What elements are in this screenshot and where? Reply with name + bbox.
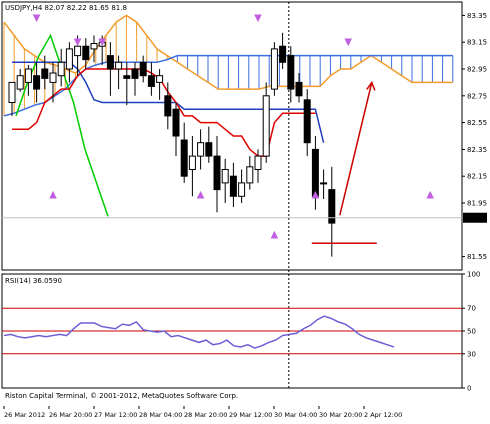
copyright-text: Riston Capital Terminal, © 2001-2012, Me… — [5, 392, 238, 400]
bear-candle[interactable] — [279, 45, 287, 63]
bear-candle[interactable] — [172, 108, 180, 137]
bear-candle[interactable] — [213, 155, 221, 191]
bear-candle[interactable] — [139, 61, 147, 77]
bull-candle[interactable] — [115, 61, 123, 70]
bull-candle[interactable] — [74, 45, 82, 57]
price-tick-label: 81.55 — [467, 253, 487, 261]
bear-candle[interactable] — [180, 139, 188, 177]
rsi-tick-label: 30 — [467, 350, 476, 358]
bear-candle[interactable] — [106, 55, 114, 70]
time-axis-label: 28 Mar 20:00 — [184, 411, 227, 419]
rsi-tick-label: 70 — [467, 305, 476, 313]
bear-candle[interactable] — [41, 68, 49, 79]
bull-candle[interactable] — [65, 48, 73, 70]
bull-candle[interactable] — [16, 75, 24, 90]
bear-candle[interactable] — [131, 68, 139, 79]
rsi-tick-label: 100 — [467, 271, 480, 279]
price-pane-frame — [1, 1, 463, 271]
bear-candle[interactable] — [295, 81, 303, 97]
price-tick-label: 81.95 — [467, 200, 487, 208]
bear-candle[interactable] — [311, 148, 319, 197]
rsi-tick-label: 50 — [467, 328, 476, 336]
bull-candle[interactable] — [320, 182, 328, 185]
bull-candle[interactable] — [156, 75, 164, 83]
bull-candle[interactable] — [24, 68, 32, 83]
price-tick-label: 82.35 — [467, 146, 487, 154]
bear-candle[interactable] — [123, 75, 131, 79]
time-axis-label: 26 Mar 2012 — [4, 411, 45, 419]
price-tick-label: 83.15 — [467, 39, 487, 47]
price-tick-label: 82.75 — [467, 92, 487, 100]
bull-candle[interactable] — [221, 169, 229, 184]
bull-candle[interactable] — [57, 61, 65, 77]
time-axis-label: 29 Mar 12:00 — [229, 411, 272, 419]
price-tick-label: 82.95 — [467, 66, 487, 74]
bear-candle[interactable] — [205, 142, 213, 157]
price-tick-label: 83.35 — [467, 12, 487, 20]
bull-candle[interactable] — [49, 72, 57, 83]
trading-chart-window[interactable]: 83.35 83.15 82.95 82.75 82.55 82.35 82.15 81.95… — [0, 0, 490, 420]
bull-candle[interactable] — [262, 95, 270, 157]
bear-candle[interactable] — [287, 55, 295, 90]
time-axis-label: 30 Mar 20:00 — [319, 411, 362, 419]
time-axis-label: 27 Mar 12:00 — [94, 411, 137, 419]
time-axis-label: 28 Mar 04:00 — [139, 411, 182, 419]
bull-candle[interactable] — [188, 155, 196, 171]
bear-candle[interactable] — [164, 95, 172, 117]
bear-candle[interactable] — [33, 75, 41, 90]
bear-candle[interactable] — [147, 75, 155, 87]
bull-candle[interactable] — [254, 155, 262, 171]
current-price-label: 81.84 — [465, 214, 486, 222]
bull-candle[interactable] — [8, 81, 16, 104]
rsi-tick-label: 0 — [467, 385, 471, 393]
bull-candle[interactable] — [90, 43, 98, 50]
bear-candle[interactable] — [303, 99, 311, 144]
bull-candle[interactable] — [197, 142, 205, 157]
bull-candle[interactable] — [270, 48, 278, 90]
price-tick-label: 82.15 — [467, 173, 487, 181]
price-tick-label: 82.55 — [467, 119, 487, 127]
rsi-title: RSI(14) 36.0590 — [5, 277, 62, 285]
chart-title: USDJPY,H4 82.07 82.22 81.65 81.8 — [5, 4, 127, 12]
chart-canvas[interactable]: 83.35 83.15 82.95 82.75 82.55 82.35 82.15 81.95… — [0, 0, 490, 420]
bull-candle[interactable] — [246, 166, 254, 184]
bull-candle[interactable] — [238, 182, 246, 197]
bear-candle[interactable] — [229, 175, 237, 197]
bear-candle[interactable] — [82, 45, 90, 61]
time-axis-label: 2 Apr 12:00 — [364, 411, 402, 419]
time-axis-label: 30 Mar 04:00 — [274, 411, 317, 419]
time-axis-label: 26 Mar 20:00 — [49, 411, 92, 419]
